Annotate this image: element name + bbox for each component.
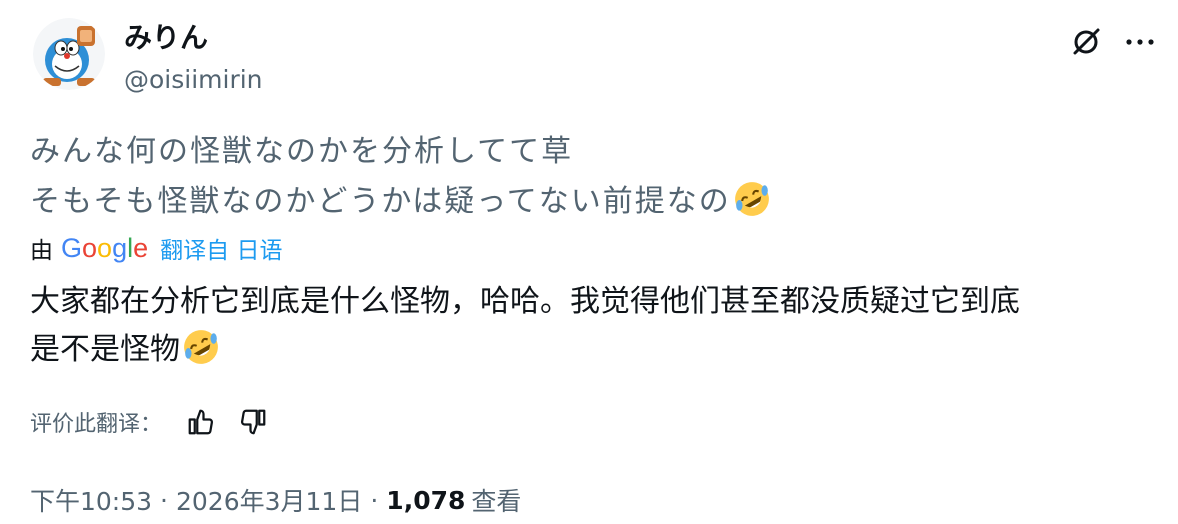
more-button[interactable]: [1120, 22, 1160, 62]
views-count[interactable]: 1,078: [386, 486, 465, 515]
thumbs-down-button[interactable]: [236, 405, 270, 439]
user-handle[interactable]: @oisiimirin: [124, 62, 263, 98]
separator: ·: [160, 485, 168, 515]
avatar-image: [33, 18, 105, 90]
rolling-on-the-floor-laughing-emoji-icon: [734, 182, 769, 216]
thumbs-down-icon: [241, 409, 266, 435]
avatar[interactable]: [33, 18, 105, 90]
grok-button[interactable]: [1066, 22, 1106, 62]
thumbs-up-button[interactable]: [184, 405, 218, 439]
original-text: そもそも怪獣なのかどうかは疑ってない前提なの: [30, 184, 731, 219]
translated-text: 是不是怪物: [30, 332, 180, 367]
rate-translation: 评价此翻译：: [30, 402, 288, 442]
grok-icon: [1073, 28, 1100, 55]
translation-attribution: 由 Google 翻译自 日语: [30, 230, 282, 266]
tweet-time[interactable]: 下午10:53: [30, 482, 152, 518]
thumbs-up-icon: [188, 409, 214, 435]
translated-text-line: 大家都在分析它到底是什么怪物，哈哈。我觉得他们甚至都没质疑过它到底: [30, 284, 1020, 319]
display-name[interactable]: みりん: [124, 18, 208, 58]
translated-text-line-with-emoji: 是不是怪物: [30, 328, 1160, 372]
google-logo: Google: [61, 232, 149, 263]
rolling-on-the-floor-laughing-emoji-icon: [184, 330, 218, 364]
tweet-date[interactable]: 2026年3月11日: [176, 482, 362, 518]
views-label: 查看: [471, 487, 522, 516]
translated-from-link[interactable]: 翻译自 日语: [160, 231, 282, 265]
rate-translation-label: 评价此翻译：: [30, 412, 163, 437]
original-text-line-with-emoji: そもそも怪獣なのかどうかは疑ってない前提なの: [30, 180, 771, 224]
original-text-line: みんな何の怪獣なのかを分析してて草: [30, 134, 574, 169]
tweet-metadata: 下午10:53 · 2026年3月11日 · 1,078 查看: [30, 480, 521, 520]
translated-by-prefix: 由: [30, 238, 53, 264]
more-icon: [1126, 39, 1154, 45]
separator: ·: [370, 485, 379, 515]
